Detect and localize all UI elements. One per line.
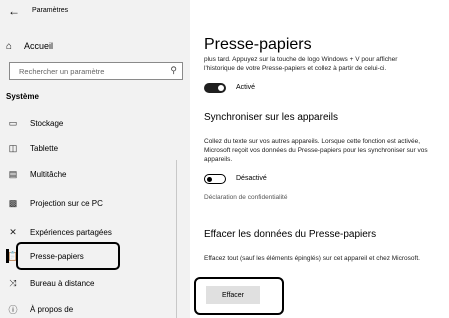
- sidebar-item-label: Stockage: [30, 118, 64, 128]
- search-icon: ⚲: [170, 65, 177, 75]
- title-bar: ← Paramètres: [0, 0, 190, 24]
- info-icon: ⓘ: [8, 304, 18, 315]
- sidebar-item-label: Expériences partagées: [30, 227, 112, 237]
- tablet-icon: ◫: [8, 142, 18, 153]
- sidebar-item-label: Multitâche: [30, 169, 67, 179]
- multitask-icon: ▤: [8, 168, 18, 179]
- sidebar: ← Paramètres ⌂ Accueil Rechercher un par…: [0, 0, 190, 318]
- sidebar-item-label: Projection sur ce PC: [30, 198, 103, 208]
- back-arrow-icon[interactable]: ←: [8, 4, 20, 18]
- sidebar-item-label: À propos de: [30, 304, 74, 314]
- sidebar-item-storage[interactable]: ▭ Stockage: [6, 114, 186, 132]
- home-label: Accueil: [24, 41, 54, 51]
- sidebar-item-about[interactable]: ⓘ À propos de: [6, 300, 186, 318]
- history-description-line-1: plus tard. Appuyez sur la touche de logo…: [204, 56, 398, 63]
- sync-section-title: Synchroniser sur les appareils: [204, 112, 338, 123]
- sidebar-item-tablet[interactable]: ◫ Tablette: [6, 139, 186, 157]
- sidebar-item-projection[interactable]: ▩ Projection sur ce PC: [6, 194, 186, 212]
- history-toggle[interactable]: [204, 83, 226, 93]
- clear-section-title: Effacer les données du Presse-papiers: [204, 229, 377, 240]
- page-title: Presse-papiers: [204, 36, 312, 53]
- shared-experiences-icon: ✕: [9, 226, 17, 237]
- history-toggle-label: Activé: [236, 84, 256, 91]
- highlight-frame-clear: [194, 277, 284, 315]
- main-content: Presse-papiers plus tard. Appuyez sur la…: [190, 0, 449, 318]
- projection-icon: ▩: [8, 197, 18, 208]
- sidebar-item-label: Tablette: [30, 143, 59, 153]
- selection-indicator: [6, 249, 9, 263]
- sync-toggle[interactable]: [204, 174, 226, 184]
- app-title: Paramètres: [32, 7, 69, 14]
- privacy-link[interactable]: Déclaration de confidentialité: [204, 194, 287, 201]
- section-title: Système: [6, 92, 39, 101]
- sync-description: Collez du texte sur vos autres appareils…: [204, 138, 428, 163]
- clear-description: Effacez tout (sauf les éléments épinglés…: [204, 255, 420, 262]
- highlight-frame-clipboard: [16, 242, 120, 270]
- toggle-knob: [207, 176, 212, 182]
- sidebar-item-multitask[interactable]: ▤ Multitâche: [6, 165, 186, 183]
- sidebar-scrollbar[interactable]: [176, 160, 177, 318]
- home-icon: ⌂: [6, 40, 13, 52]
- history-description-line-2: l'historique de votre Presse-papiers et …: [204, 65, 387, 72]
- sync-toggle-label: Désactivé: [236, 175, 267, 182]
- history-description: plus tard. Appuyez sur la touche de logo…: [204, 55, 449, 73]
- sidebar-item-shared-experiences[interactable]: ✕ Expériences partagées: [6, 223, 186, 241]
- storage-icon: ▭: [8, 117, 18, 128]
- home-nav-item[interactable]: ⌂ Accueil: [6, 38, 53, 54]
- remote-desktop-icon: ⤨: [9, 277, 17, 288]
- sidebar-item-remote-desktop[interactable]: ⤨ Bureau à distance: [6, 274, 186, 292]
- search-placeholder: Rechercher un paramètre: [19, 67, 105, 76]
- search-input[interactable]: Rechercher un paramètre ⚲: [9, 62, 183, 80]
- toggle-knob: [218, 85, 224, 91]
- sidebar-item-label: Bureau à distance: [30, 278, 95, 288]
